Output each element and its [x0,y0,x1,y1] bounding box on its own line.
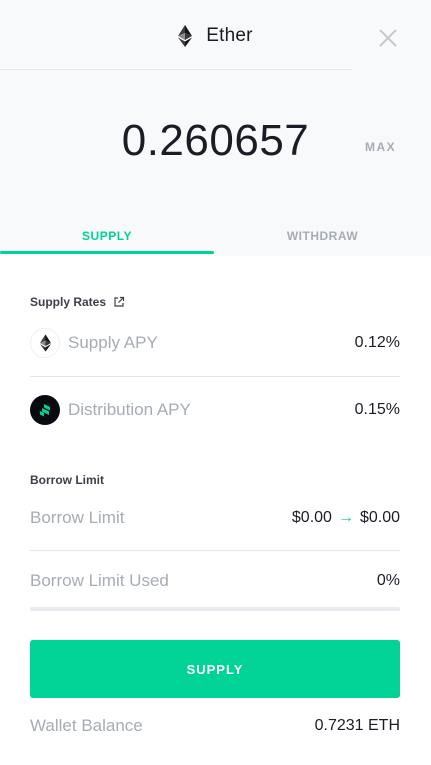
supply-rates-heading: Supply Rates [30,295,125,309]
tab-withdraw[interactable]: WITHDRAW [214,216,431,256]
wallet-balance-row: Wallet Balance 0.7231 ETH [30,703,400,749]
distribution-apy-label: Distribution APY [68,400,191,419]
header-divider [0,69,352,70]
compound-icon [30,395,60,425]
borrow-limit-progress-bar [30,607,400,611]
borrow-limit-new: $0.00 [359,509,400,526]
distribution-apy-value: 0.15% [354,401,400,418]
borrow-limit-row: Borrow Limit $0.00 → $0.00 [30,495,400,541]
asset-title-group: Ether [0,22,431,50]
borrow-limit-current: $0.00 [291,509,332,526]
supply-apy-value: 0.12% [354,334,400,351]
supply-rates-title: Supply Rates [30,295,107,309]
wallet-balance-label: Wallet Balance [30,716,143,735]
supply-button[interactable]: SUPPLY [30,640,400,698]
tab-supply[interactable]: SUPPLY [0,216,214,256]
active-tab-indicator [0,251,214,254]
borrow-limit-used-label: Borrow Limit Used [30,571,169,590]
wallet-balance-value: 0.7231 ETH [314,717,400,734]
supply-apy-label-group: Supply APY [30,328,158,358]
supply-apy-row: Supply APY 0.12% [30,320,400,366]
rates-divider [30,376,400,377]
top-panel: Ether 0.260657 MAX SUPPLY WITHDRAW [0,0,431,256]
borrow-limit-label: Borrow Limit [30,508,125,527]
borrow-limit-values: $0.00 → $0.00 [292,509,400,527]
borrow-divider [30,550,400,551]
arrow-right-icon: → [337,509,354,526]
borrow-limit-used-row: Borrow Limit Used 0% [30,558,400,604]
modal-title: Ether [206,25,253,46]
max-button[interactable]: MAX [365,140,396,154]
distribution-apy-label-group: Distribution APY [30,395,191,425]
tab-bar: SUPPLY WITHDRAW [0,216,431,256]
ether-icon [30,328,60,358]
external-link-icon[interactable] [113,296,125,308]
borrow-limit-heading: Borrow Limit [30,473,104,487]
distribution-apy-row: Distribution APY 0.15% [30,387,400,433]
close-icon[interactable] [376,26,400,50]
supply-apy-label: Supply APY [68,333,158,352]
modal-header: Ether [0,0,431,70]
supply-modal: Ether 0.260657 MAX SUPPLY WITHDRAW Suppl… [0,0,431,765]
ether-icon [178,25,193,47]
borrow-limit-used-value: 0% [376,572,400,589]
